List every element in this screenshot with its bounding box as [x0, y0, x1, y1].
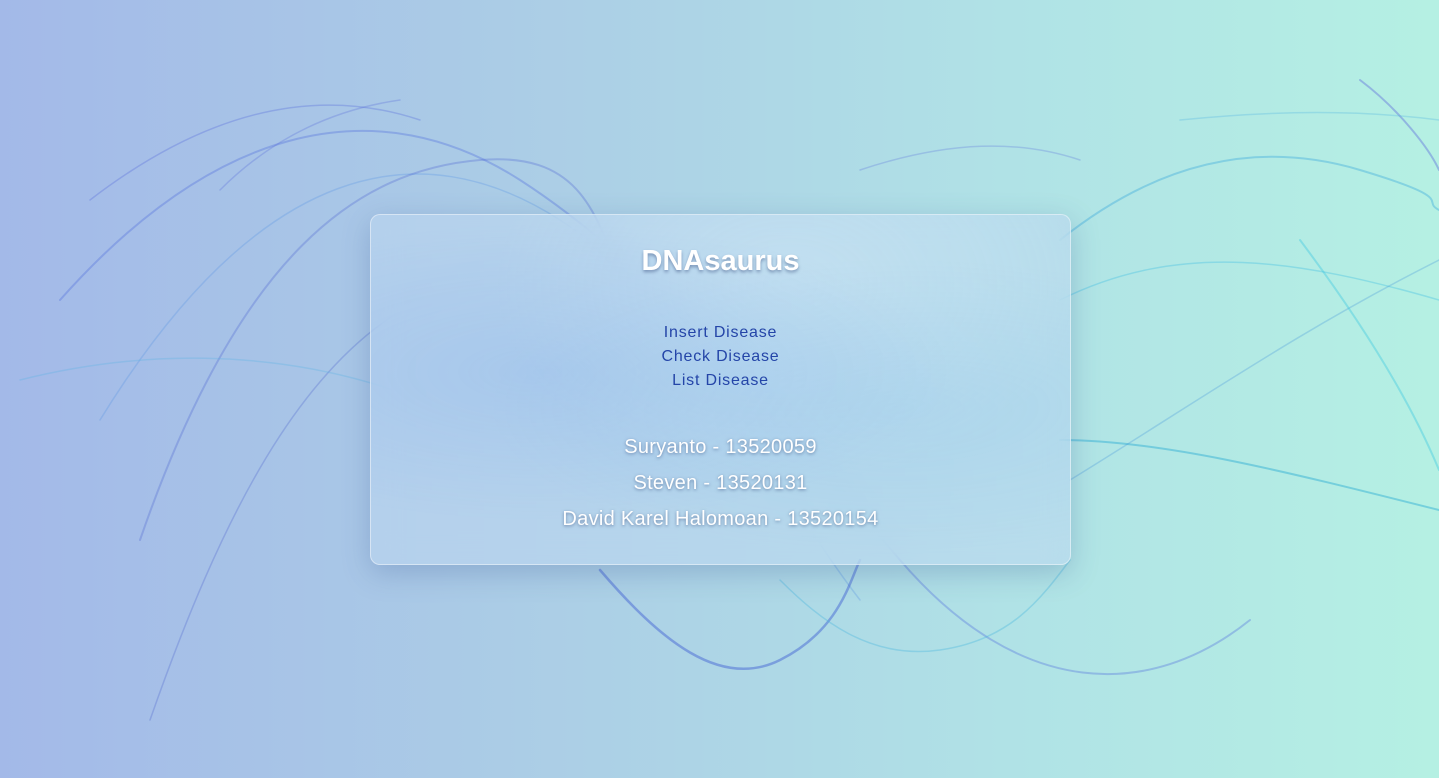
page-title: DNAsaurus — [641, 245, 800, 277]
nav-links: Insert Disease Check Disease List Diseas… — [371, 321, 1070, 393]
nav-link-insert-disease[interactable]: Insert Disease — [664, 321, 777, 345]
nav-link-list-disease[interactable]: List Disease — [672, 369, 769, 393]
main-card: DNAsaurus Insert Disease Check Disease L… — [370, 214, 1071, 565]
team-member: David Karel Halomoan - 13520154 — [562, 508, 879, 530]
nav-link-check-disease[interactable]: Check Disease — [661, 345, 779, 369]
team-members: Suryanto - 13520059 Steven - 13520131 Da… — [371, 429, 1070, 537]
team-member: Suryanto - 13520059 — [624, 436, 817, 458]
team-member: Steven - 13520131 — [633, 472, 808, 494]
